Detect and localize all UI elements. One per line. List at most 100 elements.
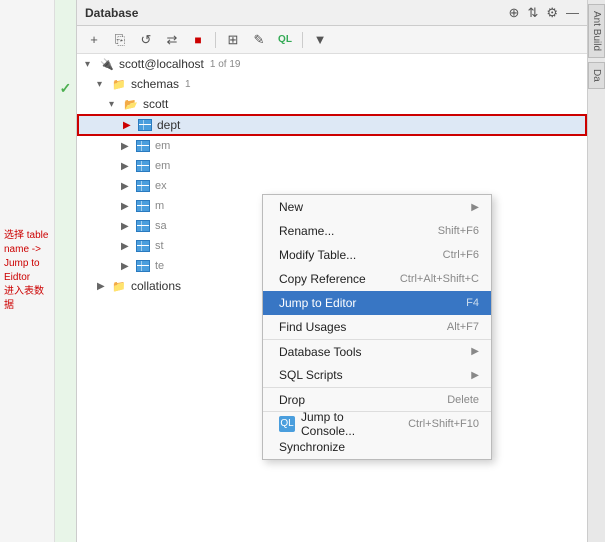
menu-modify-label: Modify Table... <box>279 248 435 262</box>
grid-button[interactable]: ⊞ <box>222 29 244 51</box>
filter-button[interactable]: ▼ <box>309 29 331 51</box>
em2-label: em <box>155 160 170 172</box>
host-arrow: ▾ <box>85 59 97 70</box>
sidebar-tab-ant-build[interactable]: Ant Build <box>588 4 605 58</box>
toolbar-separator2 <box>302 32 303 48</box>
collations-icon: 📁 <box>111 279 127 293</box>
sa-icon <box>135 219 151 233</box>
sync-button[interactable]: ⇄ <box>161 29 183 51</box>
main-panel: Database ⊕ ⇅ ⚙ — + ⎘ ↺ ⇄ ■ ⊞ ✎ QL ▼ ▾ 🔌 … <box>77 0 587 542</box>
menu-item-drop[interactable]: Drop Delete <box>263 387 491 411</box>
schemas-item[interactable]: ▾ 📁 schemas 1 <box>77 74 587 94</box>
scott-item[interactable]: ▾ 📂 scott <box>77 94 587 114</box>
menu-copy-shortcut: Ctrl+Alt+Shift+C <box>400 273 479 285</box>
menu-copy-label: Copy Reference <box>279 272 392 286</box>
ex-arrow: ▶ <box>121 181 133 192</box>
host-label: scott@localhost <box>119 57 204 71</box>
annotation-text: 选择 table name -> Jump to Eidtor 进入表数据 <box>4 229 50 313</box>
settings-icon[interactable]: ⚙ <box>546 5 558 21</box>
table-em1[interactable]: ▶ em <box>77 136 587 156</box>
menu-console-shortcut: Ctrl+Shift+F10 <box>408 418 479 430</box>
menu-item-copy-ref[interactable]: Copy Reference Ctrl+Alt+Shift+C <box>263 267 491 291</box>
menu-item-jump-editor[interactable]: Jump to Editor F4 <box>263 291 491 315</box>
menu-item-db-tools[interactable]: Database Tools ▶ <box>263 339 491 363</box>
dept-item[interactable]: ▶ dept <box>77 114 587 136</box>
menu-modify-shortcut: Ctrl+F6 <box>443 249 479 261</box>
scott-icon: 📂 <box>123 97 139 111</box>
refresh-button[interactable]: ↺ <box>135 29 157 51</box>
checkmark-icon: ✓ <box>60 80 72 97</box>
scott-label: scott <box>143 97 168 111</box>
em1-arrow: ▶ <box>121 141 133 152</box>
em1-icon <box>135 139 151 153</box>
st-icon <box>135 239 151 253</box>
minimize-icon[interactable]: — <box>566 5 579 20</box>
right-sidebar: Ant Build Da <box>587 0 605 542</box>
menu-find-label: Find Usages <box>279 320 439 334</box>
menu-drop-label: Drop <box>279 393 439 407</box>
menu-dbtools-arrow: ▶ <box>471 346 479 357</box>
menu-rename-label: Rename... <box>279 224 430 238</box>
ex-icon <box>135 179 151 193</box>
menu-new-arrow: ▶ <box>471 202 479 213</box>
te-icon <box>135 259 151 273</box>
em2-arrow: ▶ <box>121 161 133 172</box>
menu-item-sql-scripts[interactable]: SQL Scripts ▶ <box>263 363 491 387</box>
collations-label: collations <box>131 279 181 293</box>
ex-label: ex <box>155 180 167 192</box>
menu-jump-editor-shortcut: F4 <box>466 297 479 309</box>
st-label: st <box>155 240 164 252</box>
host-item[interactable]: ▾ 🔌 scott@localhost 1 of 19 <box>77 54 587 74</box>
menu-drop-shortcut: Delete <box>447 394 479 406</box>
te-arrow: ▶ <box>121 261 133 272</box>
menu-rename-shortcut: Shift+F6 <box>438 225 479 237</box>
menu-item-modify-table[interactable]: Modify Table... Ctrl+F6 <box>263 243 491 267</box>
add-icon[interactable]: ⊕ <box>509 5 520 21</box>
scott-arrow: ▾ <box>109 99 121 110</box>
menu-new-label: New <box>279 200 467 214</box>
dept-table-icon <box>137 118 153 132</box>
title-bar-icons: ⊕ ⇅ ⚙ — <box>509 5 579 21</box>
annotation-panel: 选择 table name -> Jump to Eidtor 进入表数据 <box>0 0 55 542</box>
table-ex[interactable]: ▶ ex <box>77 176 587 196</box>
schemas-arrow: ▾ <box>97 79 109 90</box>
toolbar-separator <box>215 32 216 48</box>
transfer-icon[interactable]: ⇅ <box>527 5 538 21</box>
sa-arrow: ▶ <box>121 221 133 232</box>
host-icon: 🔌 <box>99 57 115 71</box>
copy-button[interactable]: ⎘ <box>109 29 131 51</box>
ql-button[interactable]: QL <box>274 29 296 51</box>
menu-item-rename[interactable]: Rename... Shift+F6 <box>263 219 491 243</box>
m-icon <box>135 199 151 213</box>
collations-arrow: ▶ <box>97 281 109 292</box>
toolbar: + ⎘ ↺ ⇄ ■ ⊞ ✎ QL ▼ <box>77 26 587 54</box>
context-menu: New ▶ Rename... Shift+F6 Modify Table...… <box>262 194 492 460</box>
edit-button[interactable]: ✎ <box>248 29 270 51</box>
schemas-icon: 📁 <box>111 77 127 91</box>
te-label: te <box>155 260 164 272</box>
st-arrow: ▶ <box>121 241 133 252</box>
sa-label: sa <box>155 220 167 232</box>
menu-console-label: Jump to Console... <box>301 410 400 438</box>
stop-button[interactable]: ■ <box>187 29 209 51</box>
new-button[interactable]: + <box>83 29 105 51</box>
schemas-badge: 1 <box>185 79 191 90</box>
check-area: ✓ <box>55 0 77 542</box>
menu-jump-editor-label: Jump to Editor <box>279 296 458 310</box>
menu-item-find-usages[interactable]: Find Usages Alt+F7 <box>263 315 491 339</box>
menu-item-sync[interactable]: Synchronize <box>263 435 491 459</box>
sidebar-tab-da[interactable]: Da <box>588 62 605 89</box>
m-label: m <box>155 200 164 212</box>
menu-sql-arrow: ▶ <box>471 370 479 381</box>
m-arrow: ▶ <box>121 201 133 212</box>
menu-dbtools-label: Database Tools <box>279 345 467 359</box>
title-bar: Database ⊕ ⇅ ⚙ — <box>77 0 587 26</box>
menu-item-new[interactable]: New ▶ <box>263 195 491 219</box>
menu-item-jump-console[interactable]: QL Jump to Console... Ctrl+Shift+F10 <box>263 411 491 435</box>
host-badge: 1 of 19 <box>210 59 241 70</box>
tree-area: ▾ 🔌 scott@localhost 1 of 19 ▾ 📁 schemas … <box>77 54 587 542</box>
em1-label: em <box>155 140 170 152</box>
em2-icon <box>135 159 151 173</box>
console-icon: QL <box>279 416 295 432</box>
table-em2[interactable]: ▶ em <box>77 156 587 176</box>
